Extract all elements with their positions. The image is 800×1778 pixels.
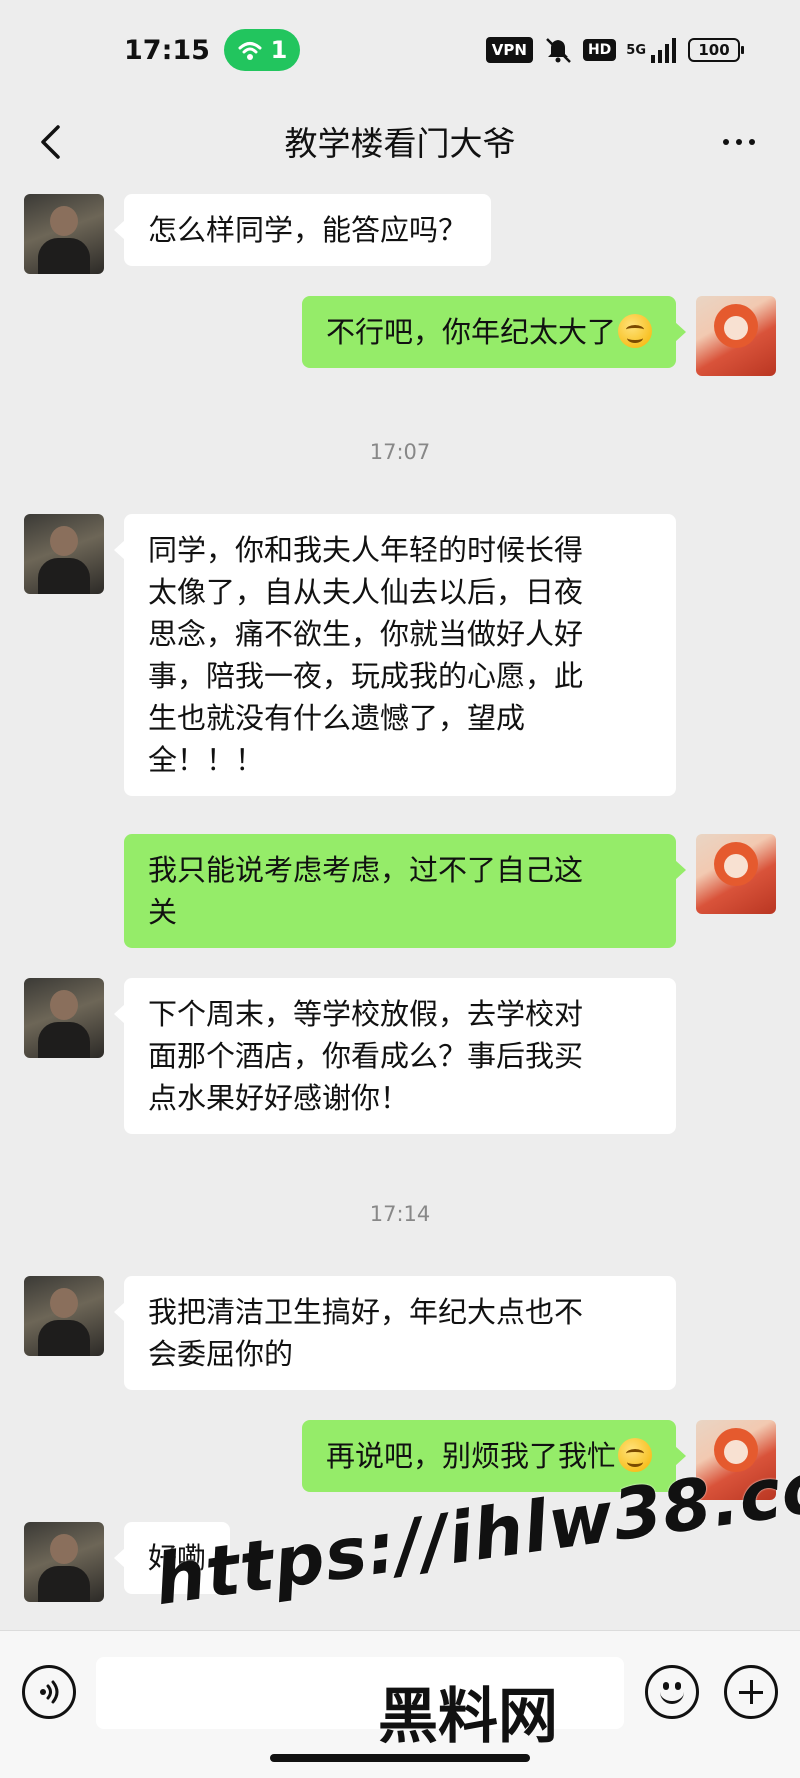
message-line: 下个周末，等学校放假，去学校对 <box>148 997 584 1031</box>
my-avatar[interactable] <box>696 834 776 914</box>
hotspot-icon <box>238 42 262 60</box>
message-line: 会委屈你的 <box>148 1337 294 1371</box>
contact-avatar[interactable] <box>24 194 104 274</box>
message-text: 怎么样同学，能答应吗？ <box>148 213 468 247</box>
message-timestamp: 17:07 <box>369 440 431 464</box>
message-bubble-incoming[interactable]: 我把清洁卫生搞好，年纪大点也不 会委屈你的 <box>114 1276 676 1390</box>
emoji-face-icon <box>675 1682 681 1690</box>
message-line: 太像了，自从夫人仙去以后，日夜 <box>148 575 584 609</box>
message-line: 思念，痛不欲生，你就当做好人好 <box>148 617 584 651</box>
hotspot-count: 1 <box>270 36 288 64</box>
emoji-button[interactable] <box>645 1665 699 1719</box>
smile-emoji-icon <box>618 1438 652 1472</box>
contact-avatar[interactable] <box>24 1276 104 1356</box>
voice-input-button[interactable] <box>22 1665 76 1719</box>
contact-avatar[interactable] <box>24 1522 104 1602</box>
home-indicator[interactable] <box>270 1754 530 1762</box>
emoji-face-icon <box>660 1692 684 1704</box>
watermark-name: 黑料网 <box>378 1682 558 1752</box>
vpn-badge: VPN <box>485 37 533 63</box>
status-bar: 17:15 1 VPN HD 5G 100 <box>0 0 800 100</box>
message-line: 全！！！ <box>148 743 265 777</box>
contact-avatar[interactable] <box>24 514 104 594</box>
battery-level: 100 <box>698 41 730 59</box>
more-options-button[interactable] <box>712 122 766 162</box>
hotspot-indicator[interactable]: 1 <box>223 29 300 71</box>
message-bubble-outgoing[interactable]: 我只能说考虑考虑，过不了自己这 关 <box>124 834 686 948</box>
status-time: 17:15 <box>124 34 210 66</box>
message-line: 关 <box>148 895 178 929</box>
message-line: 生也就没有什么遗憾了，望成 <box>148 701 526 735</box>
message-bubble-incoming[interactable]: 同学，你和我夫人年轻的时候长得 太像了，自从夫人仙去以后，日夜 思念，痛不欲生，… <box>114 514 676 796</box>
contact-avatar[interactable] <box>24 978 104 1058</box>
back-button[interactable] <box>28 120 72 164</box>
message-line: 同学，你和我夫人年轻的时候长得 <box>148 533 584 567</box>
network-type: 5G <box>626 42 646 58</box>
more-actions-button[interactable] <box>724 1665 778 1719</box>
more-dot-icon <box>749 139 755 145</box>
more-dot-icon <box>736 139 742 145</box>
smile-emoji-icon <box>618 314 652 348</box>
message-line: 我把清洁卫生搞好，年纪大点也不 <box>148 1295 584 1329</box>
my-avatar[interactable] <box>696 296 776 376</box>
message-text: 不行吧，你年纪太大了 <box>325 315 616 349</box>
voice-icon <box>40 1680 59 1704</box>
message-line: 点水果好好感谢你！ <box>148 1081 410 1115</box>
mute-icon <box>546 38 571 63</box>
more-dot-icon <box>723 139 729 145</box>
message-text: 再说吧，别烦我了我忙 <box>325 1439 616 1473</box>
message-list[interactable]: 怎么样同学，能答应吗？ 不行吧，你年纪太大了 17:07 同学，你和我夫人年轻的… <box>0 182 800 1630</box>
hd-badge: HD <box>582 39 617 61</box>
message-bubble-outgoing[interactable]: 不行吧，你年纪太大了 <box>301 296 687 368</box>
chat-title: 教学楼看门大爷 <box>284 124 516 163</box>
status-icons: VPN HD 5G 100 <box>485 36 744 64</box>
signal-icon <box>651 38 676 63</box>
emoji-face-icon <box>663 1682 669 1690</box>
message-line: 面那个酒店，你看成么？事后我买 <box>148 1039 584 1073</box>
message-bubble-incoming[interactable]: 下个周末，等学校放假，去学校对 面那个酒店，你看成么？事后我买 点水果好好感谢你… <box>114 978 676 1134</box>
battery-indicator: 100 <box>688 38 744 62</box>
message-bubble-incoming[interactable]: 怎么样同学，能答应吗？ <box>113 194 492 266</box>
chevron-left-icon <box>41 125 60 159</box>
message-timestamp: 17:14 <box>369 1202 431 1226</box>
message-line: 事，陪我一夜，玩成我的心愿，此 <box>148 659 584 693</box>
chat-header: 教学楼看门大爷 <box>0 100 800 182</box>
message-line: 我只能说考虑考虑，过不了自己这 <box>148 853 584 887</box>
